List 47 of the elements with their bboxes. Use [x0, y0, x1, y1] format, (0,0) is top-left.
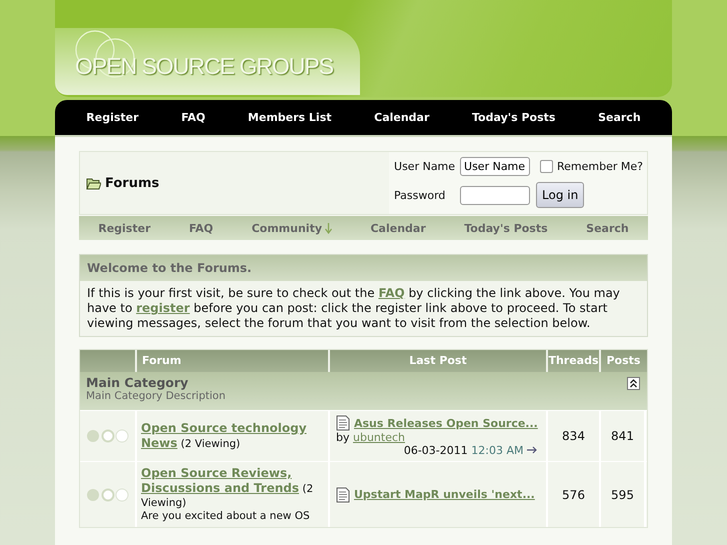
- post-time: 12:03 AM: [471, 444, 524, 457]
- nav-link[interactable]: Calendar: [374, 111, 430, 124]
- by-label: by: [336, 431, 350, 444]
- document-icon: [336, 486, 350, 502]
- sub-nav-link[interactable]: Community: [252, 222, 332, 234]
- author-link[interactable]: ubuntech: [353, 431, 405, 444]
- go-arrow-icon[interactable]: [527, 446, 538, 454]
- thread-count: 576: [548, 462, 601, 527]
- down-arrow-icon: [325, 222, 332, 234]
- text-link[interactable]: register: [136, 301, 190, 315]
- remember-label: Remember Me?: [557, 160, 643, 173]
- remember-checkbox[interactable]: [540, 160, 554, 173]
- text-link[interactable]: FAQ: [378, 286, 405, 300]
- sub-nav-link[interactable]: Calendar: [370, 222, 426, 234]
- sub-nav-link[interactable]: Register: [98, 222, 151, 234]
- welcome-text: If this is your first visit, be sure to check out the FAQ by clicking the link above. You may have to register before you can post: click the register link above to proceed. To start viewing messages, select the forum that you want to visit from the selection below.: [86, 285, 621, 332]
- nav-link[interactable]: Search: [598, 111, 641, 124]
- category-title[interactable]: Main Category: [86, 375, 226, 390]
- login-button[interactable]: Log in: [536, 182, 584, 208]
- document-icon: [336, 415, 350, 431]
- collapse-icon[interactable]: [627, 377, 640, 390]
- folder-icon: [86, 176, 101, 190]
- forum-title-text[interactable]: Open Source Reviews, Discussions and Trends (2 Viewing): [141, 466, 324, 510]
- welcome-title: Welcome to the Forums.: [80, 255, 647, 281]
- sub-nav-link[interactable]: Today's Posts: [464, 222, 548, 234]
- sub-nav-link[interactable]: FAQ: [188, 222, 214, 234]
- nav-link[interactable]: Today's Posts: [472, 111, 556, 124]
- username-field[interactable]: User Name: [460, 157, 530, 176]
- password-label: Password: [394, 188, 446, 202]
- last-post-link[interactable]: Upstart MapR unveils 'next...: [354, 488, 535, 501]
- nav-link[interactable]: Register: [86, 111, 139, 124]
- thread-count: 834: [548, 411, 601, 461]
- post-count: 841: [601, 411, 646, 461]
- post-count: 595: [601, 462, 646, 527]
- status-icon: [86, 429, 130, 443]
- sub-nav-link[interactable]: Search: [586, 222, 629, 234]
- category-description: Main Category Description: [86, 390, 226, 402]
- nav-link[interactable]: FAQ: [181, 111, 206, 124]
- last-post-link[interactable]: Asus Releases Open Source...: [354, 416, 538, 430]
- forum-description: Are you excited about a new OS: [141, 510, 310, 523]
- page-title: Forums: [105, 176, 160, 190]
- status-icon: [86, 488, 130, 502]
- post-date: 06-03-2011: [404, 444, 468, 457]
- password-field[interactable]: [460, 186, 530, 204]
- column-header: Posts: [606, 353, 642, 369]
- nav-link[interactable]: Members List: [248, 111, 332, 124]
- username-label: User Name: [394, 160, 456, 173]
